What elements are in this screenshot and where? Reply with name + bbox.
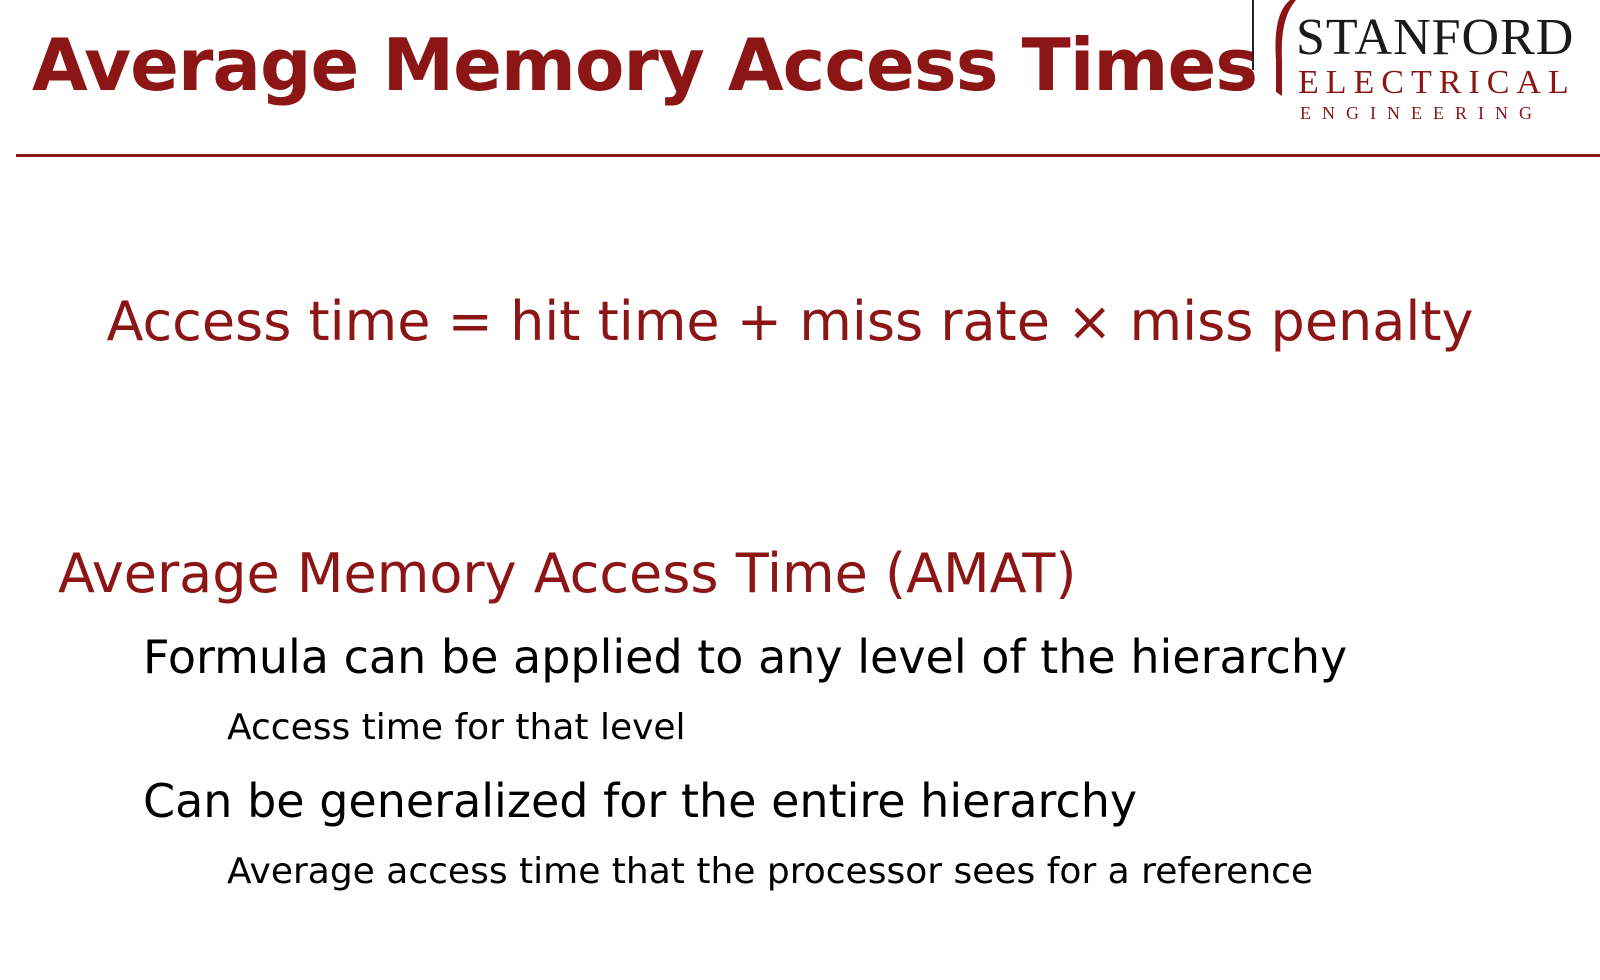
- bullet-level1: Formula can be applied to any level of t…: [143, 630, 1348, 684]
- bullet-level2: Access time for that level: [227, 707, 686, 748]
- stanford-ee-logo: STANFORD ELECTRICAL ENGINEERING: [1252, 0, 1600, 130]
- title-divider: [16, 154, 1600, 157]
- logo-line-stanford: STANFORD: [1296, 9, 1575, 66]
- amat-formula: Access time = hit time + miss rate × mis…: [106, 290, 1474, 353]
- slide-title: Average Memory Access Times: [32, 23, 1258, 107]
- section-heading: Average Memory Access Time (AMAT): [58, 542, 1077, 605]
- logo-arc-icon: [1275, 0, 1296, 96]
- logo-line-engineering: ENGINEERING: [1300, 103, 1543, 123]
- bullet-level1: Can be generalized for the entire hierar…: [143, 774, 1138, 828]
- logo-line-electrical: ELECTRICAL: [1298, 64, 1576, 101]
- logo-divider: [1252, 0, 1254, 70]
- bullet-level2: Average access time that the processor s…: [227, 851, 1314, 892]
